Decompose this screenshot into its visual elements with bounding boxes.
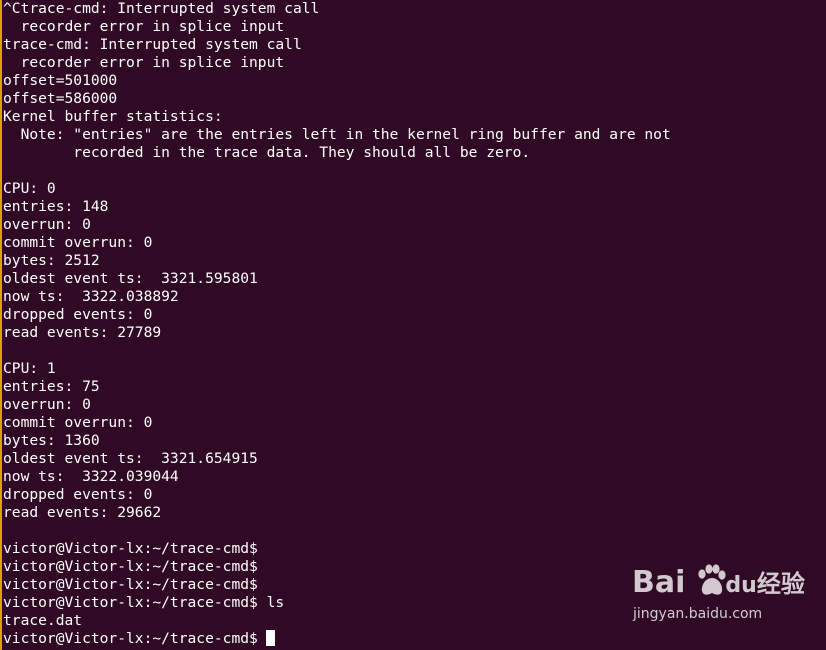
terminal-line: commit overrun: 0: [3, 234, 153, 251]
terminal-line: offset=501000: [3, 72, 118, 89]
baidu-paw-icon: [698, 564, 726, 595]
terminal-line: entries: 148: [3, 198, 109, 215]
terminal-prompt: victor@Victor-lx:~/trace-cmd$: [3, 630, 258, 647]
terminal-line: overrun: 0: [3, 396, 91, 413]
terminal-line: overrun: 0: [3, 216, 91, 233]
terminal-line: victor@Victor-lx:~/trace-cmd$ ls: [3, 594, 285, 611]
terminal-line: recorded in the trace data. They should …: [3, 144, 531, 161]
terminal-line: offset=586000: [3, 90, 118, 107]
terminal-line: recorder error in splice input: [3, 18, 285, 35]
terminal-line: oldest event ts: 3321.654915: [3, 450, 258, 467]
window-left-border: [0, 0, 2, 650]
terminal-line: commit overrun: 0: [3, 414, 153, 431]
terminal-line: read events: 29662: [3, 504, 162, 521]
terminal-line: now ts: 3322.038892: [3, 288, 179, 305]
watermark-brand-right: 经验: [756, 570, 805, 598]
watermark-subtitle: jingyan.baidu.com: [633, 606, 763, 622]
terminal-line: dropped events: 0: [3, 486, 153, 503]
terminal-line: trace.dat: [3, 612, 83, 629]
terminal-output: ^Ctrace-cmd: Interrupted system call rec…: [3, 0, 671, 648]
terminal-line: Note: "entries" are the entries left in …: [3, 126, 671, 143]
watermark-brand-mid: du: [725, 573, 757, 598]
watermark-brand-left: Bai: [632, 565, 686, 600]
terminal-line: bytes: 2512: [3, 252, 100, 269]
terminal-prompt-line[interactable]: victor@Victor-lx:~/trace-cmd$: [3, 630, 671, 648]
terminal-window[interactable]: ^Ctrace-cmd: Interrupted system call rec…: [0, 0, 826, 650]
terminal-line: recorder error in splice input: [3, 54, 285, 71]
terminal-line: ^Ctrace-cmd: Interrupted system call: [3, 0, 320, 17]
block-cursor-icon: [265, 630, 275, 646]
terminal-line: victor@Victor-lx:~/trace-cmd$: [3, 540, 258, 557]
terminal-line: Kernel buffer statistics:: [3, 108, 223, 125]
terminal-line: victor@Victor-lx:~/trace-cmd$: [3, 576, 258, 593]
terminal-line: bytes: 1360: [3, 432, 100, 449]
baidu-jingyan-watermark: Bai du经验 jingyan.baidu.com: [632, 562, 812, 642]
terminal-line: oldest event ts: 3321.595801: [3, 270, 258, 287]
terminal-line: now ts: 3322.039044: [3, 468, 179, 485]
terminal-line: dropped events: 0: [3, 306, 153, 323]
terminal-line: read events: 27789: [3, 324, 162, 341]
terminal-line: victor@Victor-lx:~/trace-cmd$: [3, 558, 258, 575]
terminal-line: trace-cmd: Interrupted system call: [3, 36, 302, 53]
terminal-line: CPU: 0: [3, 180, 56, 197]
terminal-line: CPU: 1: [3, 360, 56, 377]
terminal-line: entries: 75: [3, 378, 100, 395]
